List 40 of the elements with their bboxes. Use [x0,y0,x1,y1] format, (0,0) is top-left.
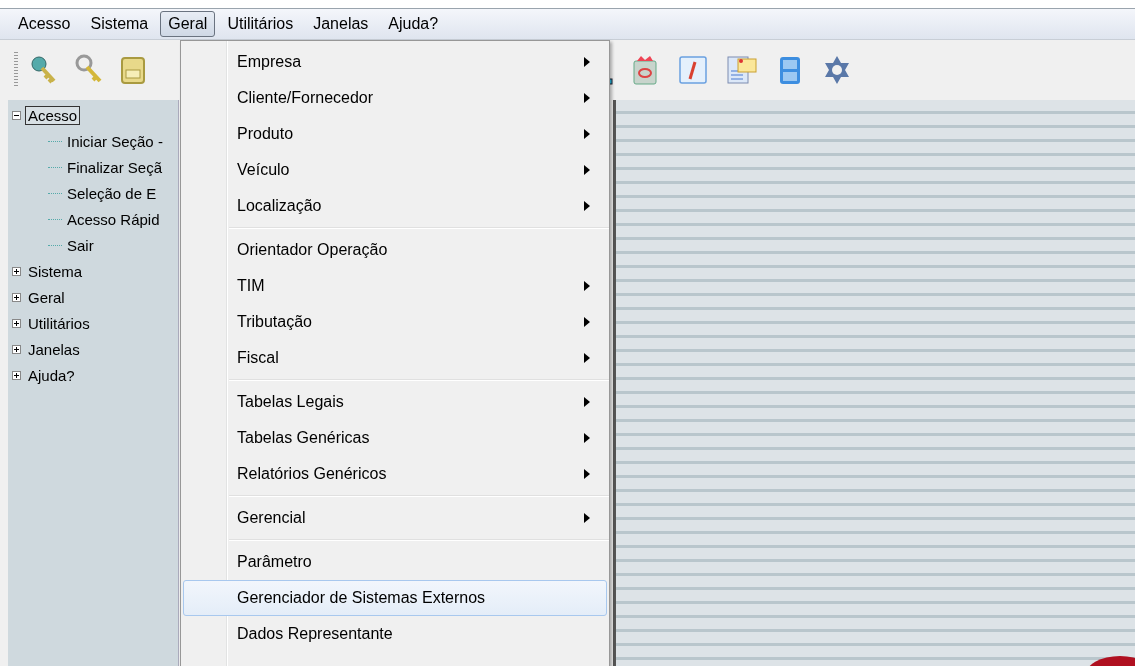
tree-item[interactable]: Acesso Rápid [64,209,163,229]
tree-item[interactable]: Ajuda? [25,365,78,385]
menu-item[interactable]: Janelas [305,11,377,37]
expand-icon[interactable] [12,292,21,302]
menu-entry[interactable]: Empresa [183,44,607,80]
menu-entry[interactable]: Gerenciador de Sistemas Externos [183,580,607,616]
collapse-icon[interactable] [12,110,21,120]
menu-item[interactable]: Geral [160,11,216,37]
tree-item[interactable]: Iniciar Seção - [64,131,166,151]
expand-icon[interactable] [12,266,21,276]
expand-icon[interactable] [12,344,21,354]
menu-entry[interactable]: Fiscal [183,340,607,376]
menu-entry[interactable]: Veículo [183,152,607,188]
menu-entry[interactable]: Localização [183,188,607,224]
menu-item[interactable]: Sistema [82,11,157,37]
expand-icon[interactable] [12,318,21,328]
menu-entry[interactable]: Dados Representante [183,616,607,652]
menu-entry[interactable]: Parâmetro [183,544,607,580]
tree-item[interactable]: Acesso [25,105,81,125]
tree-item[interactable]: Utilitários [25,313,93,333]
menu-item[interactable]: Acesso [10,11,79,37]
menu-entry[interactable]: Tabelas Legais [183,384,607,420]
menu-entry[interactable]: Gerencial [183,500,607,536]
menu-entry[interactable]: Tributação [183,304,607,340]
menu-entry[interactable]: TIM [183,268,607,304]
menu-item[interactable]: Ajuda? [380,11,447,37]
italic-icon[interactable] [676,53,710,87]
tree-item[interactable]: Sistema [25,261,86,281]
tree-item[interactable]: Finalizar Seçã [64,157,166,177]
menu-entry[interactable]: Produto [183,116,607,152]
menu-entry[interactable]: Relatórios Genéricos [183,456,607,492]
tree-item[interactable]: Sair [64,235,97,255]
tree-item[interactable]: Seleção de E [64,183,160,203]
tree-item[interactable]: Geral [25,287,68,307]
menu-item[interactable]: Utilitários [219,11,302,37]
menu-entry[interactable]: Cliente/Fornecedor [183,80,607,116]
expand-icon[interactable] [12,370,21,380]
tree-item[interactable]: Janelas [25,339,83,359]
menu-entry[interactable]: Tabelas Genéricas [183,420,607,456]
menu-entry[interactable]: Orientador Operação [183,232,607,268]
